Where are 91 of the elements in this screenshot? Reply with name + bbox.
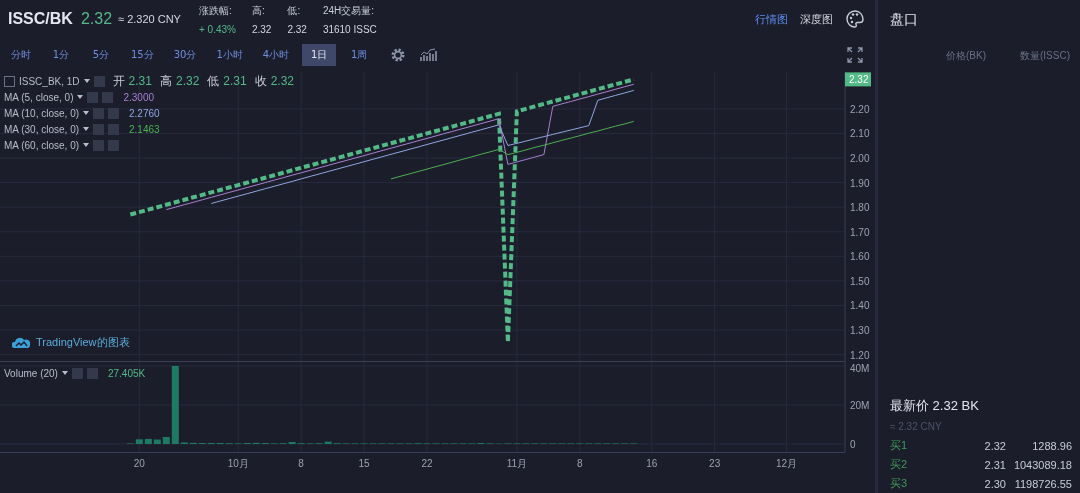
price-axis-label: 1.60 — [850, 251, 870, 263]
price-axis-label: 1.70 — [850, 226, 870, 238]
stat-value: 31610 ISSC — [322, 23, 377, 35]
indicator-name[interactable]: MA (60, close, 0) — [4, 139, 80, 151]
ohlc-value: 2.31 — [223, 74, 247, 88]
view-tab[interactable]: 深度图 — [800, 11, 833, 27]
price-axis-label: 2.00 — [850, 153, 870, 164]
caret-icon[interactable] — [77, 95, 84, 99]
ohlc-value: 2.32 — [270, 74, 295, 88]
bid-amount: 1288.96 — [1031, 439, 1072, 452]
date-axis-label: 16 — [646, 458, 658, 469]
volume-axis-label: 0 — [850, 439, 856, 450]
view-tab[interactable]: 行情图 — [755, 11, 788, 27]
ohlc-label: 开 — [112, 72, 125, 90]
stat-label: 涨跌幅: — [198, 3, 233, 18]
stat-label: 高: — [251, 3, 266, 18]
column-header: 数量(ISSC) — [1020, 49, 1070, 63]
interval-tab[interactable]: 1周 — [342, 44, 377, 66]
stat-label: 低: — [287, 3, 302, 18]
column-header: 价格(BK) — [946, 49, 986, 63]
approx-price: ≈ 2.32 CNY — [890, 421, 943, 432]
price-tag: 2.32 — [845, 72, 871, 87]
interval-tab[interactable]: 4小时 — [255, 44, 297, 66]
price-axis-label: 1.30 — [850, 325, 870, 337]
caret-icon[interactable] — [83, 111, 90, 115]
last-price: 2.32 — [80, 10, 113, 28]
bid-label: 买3 — [890, 476, 909, 491]
caret-icon[interactable] — [83, 79, 90, 83]
interval-tab[interactable]: 1分 — [44, 44, 78, 66]
date-axis-label: 20 — [133, 458, 145, 469]
date-axis-label: 23 — [709, 458, 721, 469]
date-axis-label: 11月 — [506, 458, 528, 469]
price-axis-label: 2.20 — [850, 103, 870, 115]
interval-tab[interactable]: 5分 — [84, 44, 118, 66]
ohlc-value: 2.31 — [128, 74, 152, 88]
ohlc-label: 低 — [207, 72, 220, 90]
date-axis-label: 22 — [421, 458, 433, 469]
bid-price: 2.30 — [983, 477, 1006, 490]
ohlc-value: 2.32 — [175, 74, 200, 88]
latest-price: 最新价 2.32 BK — [890, 397, 980, 415]
stat-label: 24H交易量: — [322, 3, 375, 18]
interval-tab[interactable]: 30分 — [166, 44, 204, 66]
cloud-logo-icon — [12, 337, 30, 348]
date-axis-label: 15 — [358, 458, 370, 469]
caret-icon[interactable] — [83, 143, 90, 147]
bid-price: 2.32 — [983, 439, 1006, 452]
palette-icon[interactable] — [845, 9, 865, 29]
panel-title: 盘口 — [890, 11, 919, 29]
date-axis-label: 12月 — [776, 458, 798, 469]
indicator-value: 2.2760 — [129, 107, 160, 119]
bid-amount: 1043089.18 — [1012, 458, 1072, 471]
volume-axis-label: 40M — [850, 363, 870, 374]
indicator-value: 2.1463 — [129, 123, 160, 135]
bid-label: 买2 — [890, 457, 909, 472]
collapse-icon[interactable] — [4, 75, 15, 87]
stat-value: 2.32 — [287, 23, 307, 35]
price-axis-label: 2.10 — [850, 128, 870, 140]
ohlc-label: 收 — [254, 72, 267, 90]
price-axis-label: 1.50 — [850, 275, 870, 287]
caret-icon[interactable] — [61, 371, 68, 375]
bid-price: 2.31 — [983, 458, 1006, 471]
price-axis-label: 1.90 — [850, 177, 870, 189]
stat-value: 2.32 — [251, 23, 272, 35]
bid-amount: 1198726.55 — [1013, 477, 1072, 490]
branding-text[interactable]: TradingView的图表 — [36, 335, 130, 350]
interval-tab[interactable]: 15分 — [124, 44, 161, 66]
price-axis-label: 1.40 — [850, 300, 870, 312]
indicator-value: 2.3000 — [123, 91, 155, 103]
interval-tab[interactable]: 1日 — [302, 44, 337, 66]
indicator-name[interactable]: MA (10, close, 0) — [4, 107, 80, 119]
date-axis-label: 10月 — [227, 458, 249, 469]
fullscreen-icon[interactable] — [847, 47, 863, 63]
price-axis-label: 1.80 — [850, 202, 870, 214]
bar-chart-icon[interactable] — [420, 48, 438, 62]
volume-axis-label: 20M — [850, 400, 870, 411]
series-name[interactable]: ISSC_BK, 1D — [19, 75, 80, 87]
indicator-name[interactable]: MA (5, close, 0) — [4, 91, 74, 103]
stat-value: + 0.43% — [198, 23, 236, 35]
date-axis-label: 8 — [577, 458, 583, 469]
interval-tab[interactable]: 1小时 — [209, 44, 250, 66]
indicator-name[interactable]: Volume (20) — [4, 367, 58, 379]
indicator-name[interactable]: MA (30, close, 0) — [4, 123, 80, 135]
bid-label: 买1 — [890, 438, 909, 453]
price-axis-label: 1.20 — [850, 349, 870, 361]
interval-tab[interactable]: 分时 — [4, 44, 38, 66]
approx-price: ≈ 2.320 CNY — [118, 13, 181, 25]
symbol-name: ISSC/BK — [8, 10, 73, 28]
ohlc-label: 高 — [159, 72, 172, 90]
volume-value: 27.405K — [107, 367, 146, 379]
caret-icon[interactable] — [83, 127, 90, 131]
date-axis-label: 8 — [298, 458, 304, 469]
